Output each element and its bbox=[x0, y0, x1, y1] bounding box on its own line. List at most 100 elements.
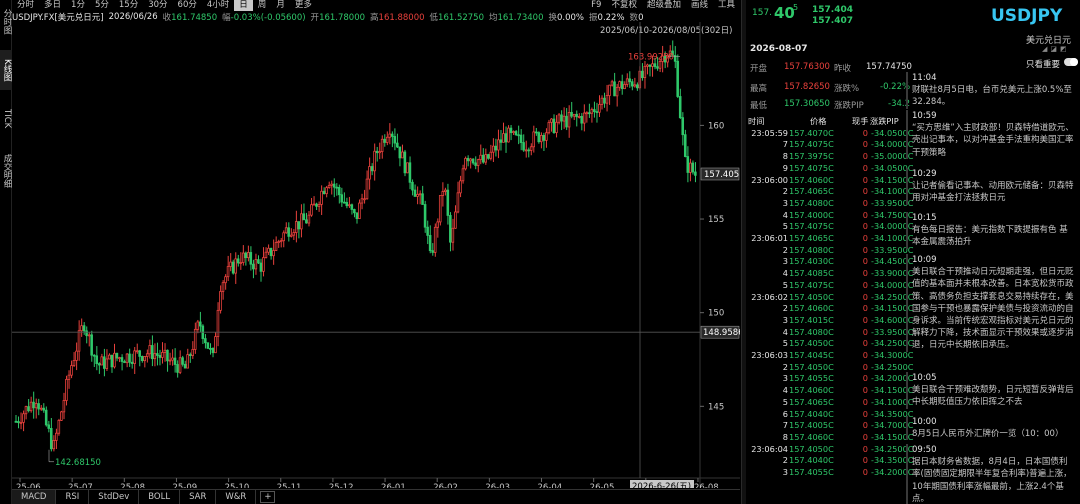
candle-body bbox=[161, 352, 164, 358]
candle-body bbox=[459, 180, 462, 194]
candle-body bbox=[416, 193, 419, 197]
tick-row: 4 157.4080C 0 -33.9500C bbox=[782, 326, 914, 337]
candle-body bbox=[209, 347, 212, 350]
news-feed: 只看重要 11:04 财联社8月5日电，台币兑美元上涨0.5%至32.284。 10… bbox=[906, 56, 1080, 504]
candle-body bbox=[656, 66, 659, 69]
candle-body bbox=[219, 291, 222, 311]
no-adjust-button[interactable]: 不复权 bbox=[606, 0, 642, 11]
tick-row: 4 157.4060C 0 -34.1500C bbox=[782, 385, 914, 396]
chg-pct-label: 涨跌% bbox=[834, 84, 860, 94]
candle-body bbox=[610, 81, 614, 86]
candle-body bbox=[618, 81, 621, 88]
candle-body bbox=[138, 350, 141, 357]
tick-row: 23:06:01 157.4065C 0 -34.1000C bbox=[751, 233, 914, 243]
indicator-tab-macd[interactable]: MACD bbox=[12, 490, 57, 504]
news-item[interactable]: 10:15 有色每日报告：美元指数下跌提振有色 基本金属震荡拍升 bbox=[906, 212, 1074, 249]
indicator-tab-boll[interactable]: BOLL bbox=[139, 490, 181, 504]
candle-body bbox=[312, 203, 316, 206]
period-1m[interactable]: 1分 bbox=[66, 0, 90, 11]
candle-body bbox=[613, 81, 616, 97]
period-30m[interactable]: 30分 bbox=[143, 0, 172, 11]
f9-button[interactable]: F9 bbox=[586, 0, 606, 11]
news-item[interactable]: 09:50 据日本财务省数据，8月4日，日本国债利率(固债固定期限半年复合利率)普… bbox=[906, 444, 1074, 504]
candle-body bbox=[562, 115, 566, 122]
indicator-tab-sar[interactable]: SAR bbox=[180, 490, 217, 504]
candle-body bbox=[65, 378, 68, 401]
tools-button[interactable]: 工具 bbox=[713, 0, 740, 11]
important-only-toggle[interactable] bbox=[1064, 58, 1078, 66]
draw-button[interactable]: 画线 bbox=[686, 0, 713, 11]
rail-tab-kline[interactable]: K线图 bbox=[0, 50, 12, 90]
candle-body bbox=[370, 166, 374, 172]
candle-body bbox=[332, 183, 336, 188]
period-15m[interactable]: 15分 bbox=[114, 0, 143, 11]
news-item[interactable]: 11:04 财联社8月5日电，台币兑美元上涨0.5%至32.284。 bbox=[906, 72, 1074, 109]
candle-body bbox=[491, 145, 495, 153]
candle-body bbox=[375, 150, 379, 154]
tick-row: 8 157.3975C 0 -35.0000C bbox=[782, 151, 914, 162]
period-more[interactable]: 更多 bbox=[290, 0, 317, 11]
tick-row: 23:06:02 157.4050C 0 -34.2500C bbox=[751, 291, 914, 302]
pip-label: 涨跌PIP bbox=[834, 101, 864, 111]
candle-body bbox=[211, 347, 215, 354]
candlestick-chart[interactable]: 145 150 155 160 25-06 25-07 25-08 25-09 25-10 25-… bbox=[12, 22, 740, 488]
period-day[interactable]: 日 bbox=[234, 0, 253, 11]
candle-body bbox=[259, 262, 263, 272]
candle-body bbox=[676, 60, 679, 97]
candle-body bbox=[444, 189, 447, 192]
news-item[interactable]: 10:00 8月5日人民币外汇牌价一览（10：00） bbox=[906, 416, 1074, 441]
candle-body bbox=[221, 282, 225, 292]
candle-body bbox=[348, 204, 351, 207]
news-item[interactable]: 10:59 “买方思维”入主财政部！贝森特借道欧元、壳出记事本，以对冲基金手法重构… bbox=[906, 110, 1074, 159]
candle-body bbox=[264, 251, 268, 258]
candle-body bbox=[620, 81, 624, 90]
tick-row: 2 157.4050C 0 -34.2500C bbox=[782, 361, 914, 372]
x-tick-label: 25-06 bbox=[16, 483, 41, 488]
candle-body bbox=[641, 70, 644, 79]
period-minute[interactable]: 分时 bbox=[12, 0, 39, 11]
period-60m[interactable]: 60分 bbox=[173, 0, 202, 11]
period-week[interactable]: 周 bbox=[253, 0, 272, 11]
candle-body bbox=[70, 365, 73, 376]
candle-body bbox=[158, 355, 162, 358]
candle-body bbox=[345, 202, 349, 207]
indicator-tab-wr[interactable]: W&R bbox=[216, 490, 257, 504]
candle-body bbox=[494, 145, 498, 151]
candle-body bbox=[383, 138, 386, 143]
news-item[interactable]: 10:09 美日联合干预推动日元短期走强，但日元贬值的基本面并未根本改善。日本宽松… bbox=[906, 254, 1074, 352]
overlay-button[interactable]: 超级叠加 bbox=[642, 0, 686, 11]
tick-row: 23:06:03 157.4045C 0 -34.3000C bbox=[751, 350, 914, 360]
rail-tab-minute[interactable]: 分时图 bbox=[0, 0, 12, 44]
indicator-tab-rsi[interactable]: RSI bbox=[56, 490, 90, 504]
rail-tab-tick[interactable]: TICK bbox=[0, 96, 12, 142]
candle-body bbox=[456, 192, 460, 213]
add-indicator-button[interactable]: + bbox=[260, 491, 276, 503]
news-item[interactable]: 10:29 让记者偷看记事本、动用欧元储备：贝森特用对冲基金打法拯救日元 bbox=[906, 168, 1074, 205]
candle-body bbox=[363, 198, 366, 201]
news-item[interactable]: 10:05 美日联合干预难改颓势，日元短暂反弹背后中长期贬值压力依旧挥之不去 bbox=[906, 372, 1074, 409]
candle-body bbox=[52, 440, 56, 450]
panel-icons[interactable]: ◢◪◩ bbox=[1042, 45, 1076, 53]
tick-row: 2 157.4065C 0 -34.1000C bbox=[782, 186, 914, 197]
candle-body bbox=[337, 187, 341, 196]
candle-body bbox=[471, 158, 475, 164]
candle-body bbox=[413, 189, 417, 197]
indicator-tab-stddev[interactable]: StdDev bbox=[89, 490, 140, 504]
candle-body bbox=[567, 112, 571, 128]
rail-tab-detail[interactable]: 成交明细 bbox=[0, 148, 12, 194]
period-4h[interactable]: 4小时 bbox=[202, 0, 234, 11]
candle-body bbox=[393, 136, 397, 144]
period-multiday[interactable]: 多日 bbox=[39, 0, 66, 11]
tick-row: 3 157.4055C 0 -34.2000C bbox=[782, 467, 914, 477]
period-month[interactable]: 月 bbox=[271, 0, 290, 11]
max-price-label: 163.99250 bbox=[628, 52, 674, 62]
period-5m[interactable]: 5分 bbox=[90, 0, 114, 11]
candle-body bbox=[49, 427, 53, 450]
candle-body bbox=[335, 186, 338, 189]
candle-body bbox=[509, 127, 513, 134]
candle-body bbox=[143, 356, 146, 362]
candle-body bbox=[327, 184, 331, 189]
candle-body bbox=[524, 149, 528, 152]
candle-body bbox=[252, 263, 255, 270]
candle-body bbox=[140, 355, 144, 362]
